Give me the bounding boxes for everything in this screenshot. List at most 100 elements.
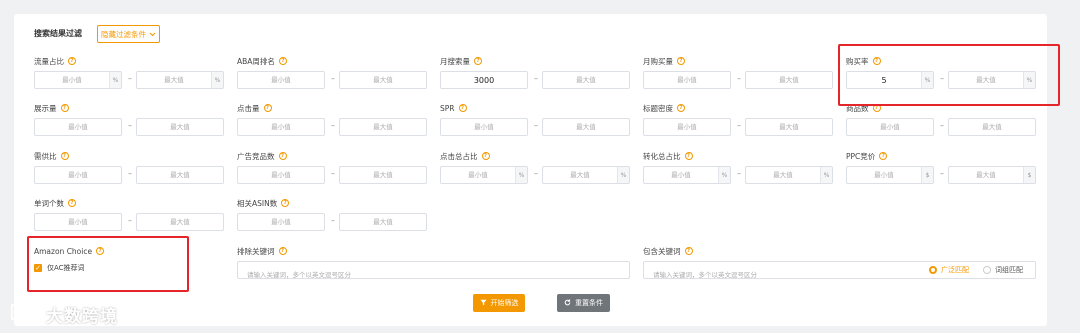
- clicks-max-input[interactable]: [340, 119, 426, 135]
- filter-label: 标题密度: [643, 103, 673, 113]
- help-icon[interactable]: ?: [684, 152, 693, 160]
- filter-traffic-share: 流量占比? % – %: [34, 55, 224, 95]
- aba-rank-max-input[interactable]: [340, 72, 426, 88]
- radio-unselected-icon: [983, 266, 991, 274]
- aba-rank-min-input[interactable]: [238, 72, 324, 88]
- help-icon[interactable]: ?: [458, 104, 467, 112]
- click-share-max-input[interactable]: [543, 167, 617, 183]
- help-icon[interactable]: ?: [677, 57, 685, 65]
- highlight-amazon-choice: [27, 236, 189, 292]
- monthly-purchase-max-input[interactable]: [746, 72, 832, 88]
- filter-conversion-share: 转化总占比? % – %: [643, 150, 833, 190]
- filter-click-share: 点击总占比? % – %: [440, 150, 630, 190]
- ppc-bid-min-input[interactable]: [847, 167, 921, 183]
- match-broad-radio[interactable]: 广泛匹配: [929, 265, 969, 275]
- product-count-min-input[interactable]: [847, 119, 933, 135]
- filter-label: 需供比: [34, 151, 57, 161]
- conversion-share-max-input[interactable]: [746, 167, 820, 183]
- help-icon[interactable]: ?: [278, 57, 287, 65]
- range-separator: –: [534, 121, 538, 130]
- range-separator: –: [331, 169, 335, 178]
- click-share-min-input[interactable]: [441, 167, 515, 183]
- help-icon[interactable]: ?: [677, 104, 685, 112]
- help-icon[interactable]: ?: [281, 199, 290, 207]
- filter-related-asin: 相关ASIN数? –: [237, 197, 427, 237]
- filter-label: 单词个数: [34, 198, 64, 208]
- dollar-unit: $: [1023, 167, 1035, 183]
- conversion-share-min-input[interactable]: [644, 167, 718, 183]
- match-type-group: 广泛匹配 词组匹配: [929, 265, 1023, 275]
- filter-label: PPC竞价: [846, 151, 876, 161]
- traffic-share-max-input[interactable]: [137, 72, 211, 88]
- title-density-min-input[interactable]: [644, 119, 730, 135]
- word-count-max-input[interactable]: [137, 214, 223, 230]
- help-icon[interactable]: ?: [278, 247, 287, 255]
- help-icon[interactable]: ?: [481, 152, 490, 160]
- help-icon[interactable]: ?: [60, 152, 69, 160]
- spr-max-input[interactable]: [543, 119, 629, 135]
- filter-label: 转化总占比: [643, 151, 681, 161]
- filter-monthly-search: 月搜索量? –: [440, 55, 630, 95]
- filter-label: 流量占比: [34, 56, 64, 66]
- dollar-unit: $: [921, 167, 933, 183]
- impressions-max-input[interactable]: [137, 119, 223, 135]
- supply-demand-min-input[interactable]: [35, 167, 121, 183]
- help-icon[interactable]: ?: [879, 152, 888, 160]
- filter-label: 点击量: [237, 103, 260, 113]
- radio-selected-icon: [929, 266, 937, 274]
- help-icon[interactable]: ?: [474, 57, 482, 65]
- filter-ad-products: 广告竞品数? –: [237, 150, 427, 190]
- filter-word-count: 单词个数? –: [34, 197, 224, 237]
- filter-label: 相关ASIN数: [237, 198, 278, 208]
- clicks-min-input[interactable]: [238, 119, 324, 135]
- help-icon[interactable]: ?: [68, 199, 76, 207]
- range-separator: –: [737, 169, 741, 178]
- filter-monthly-purchase: 月购买量? –: [643, 55, 833, 95]
- word-count-min-input[interactable]: [35, 214, 121, 230]
- highlight-purchase-rate: [838, 44, 1060, 106]
- filter-label: 包含关键词: [643, 246, 681, 256]
- help-icon[interactable]: ?: [278, 152, 287, 160]
- monthly-search-min-input[interactable]: [441, 72, 527, 88]
- impressions-min-input[interactable]: [35, 119, 121, 135]
- match-broad-label: 广泛匹配: [941, 266, 969, 274]
- exclude-keywords-input[interactable]: [238, 267, 629, 283]
- chevron-down-icon: [149, 30, 156, 39]
- range-separator: –: [940, 169, 944, 178]
- hide-filters-button[interactable]: 隐藏过滤条件: [97, 25, 160, 43]
- reset-conditions-label: 重置条件: [575, 299, 603, 307]
- include-keywords-field: 广泛匹配 词组匹配: [643, 261, 1036, 283]
- filter-clicks: 点击量? –: [237, 102, 427, 142]
- help-icon[interactable]: ?: [60, 104, 69, 112]
- help-icon[interactable]: ?: [68, 57, 76, 65]
- watermark-logo-icon: [8, 302, 40, 327]
- product-count-max-input[interactable]: [949, 119, 1035, 135]
- related-asin-max-input[interactable]: [340, 214, 426, 230]
- ad-products-min-input[interactable]: [238, 167, 324, 183]
- range-separator: –: [737, 74, 741, 83]
- filter-aba-rank: ABA周排名? –: [237, 55, 427, 95]
- refresh-icon: [564, 298, 571, 308]
- section-title: 搜索结果过滤: [34, 29, 82, 38]
- filter-label: 点击总占比: [440, 151, 478, 161]
- filter-label: 排除关键词: [237, 246, 275, 256]
- ad-products-max-input[interactable]: [340, 167, 426, 183]
- match-root-radio[interactable]: 词组匹配: [983, 265, 1023, 275]
- spr-min-input[interactable]: [441, 119, 527, 135]
- monthly-purchase-min-input[interactable]: [644, 72, 730, 88]
- monthly-search-max-input[interactable]: [543, 72, 629, 88]
- related-asin-min-input[interactable]: [238, 214, 324, 230]
- reset-conditions-button[interactable]: 重置条件: [557, 294, 610, 312]
- filter-label: ABA周排名: [237, 56, 275, 66]
- start-filter-label: 开始筛选: [490, 299, 519, 307]
- help-icon[interactable]: ?: [684, 247, 693, 255]
- traffic-share-min-input[interactable]: [35, 72, 109, 88]
- supply-demand-max-input[interactable]: [137, 167, 223, 183]
- ppc-bid-max-input[interactable]: [949, 167, 1023, 183]
- start-filter-button[interactable]: 开始筛选: [473, 294, 525, 312]
- percent-unit: %: [718, 167, 730, 183]
- title-density-max-input[interactable]: [746, 119, 832, 135]
- help-icon[interactable]: ?: [263, 104, 272, 112]
- filter-title-density: 标题密度? –: [643, 102, 833, 142]
- percent-unit: %: [109, 72, 121, 88]
